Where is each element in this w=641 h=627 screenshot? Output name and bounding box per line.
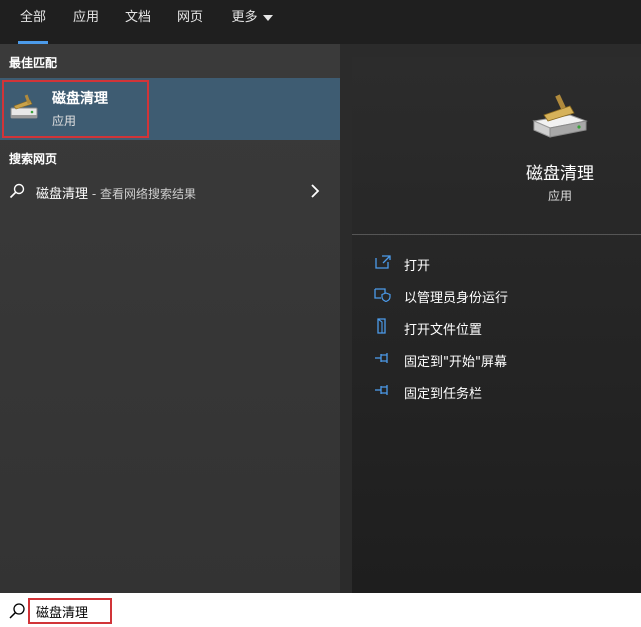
open-file-location-label: 打开文件位置	[404, 323, 483, 338]
tab-web[interactable]: 网页	[168, 0, 212, 44]
tab-apps[interactable]: 应用	[64, 0, 108, 44]
run-as-admin-label: 以管理员身份运行	[404, 291, 509, 306]
open-action-label: 打开	[404, 259, 431, 274]
tab-web-label: 网页	[176, 10, 203, 25]
pin-to-taskbar-label: 固定到任务栏	[404, 387, 483, 402]
open-icon	[375, 255, 391, 269]
search-icon	[9, 183, 25, 199]
search-bar	[0, 593, 641, 627]
detail-subtitle: 应用	[547, 189, 572, 203]
tab-more[interactable]: 更多	[222, 0, 282, 44]
tab-documents[interactable]: 文档	[116, 0, 160, 44]
run-as-admin-action[interactable]: 以管理员身份运行	[374, 284, 634, 306]
web-search-label: 磁盘清理 - 查看网络搜索结果	[36, 183, 196, 202]
search-filter-tabs: 全部 应用 文档 网页 更多	[0, 0, 641, 44]
disk-cleanup-icon	[532, 94, 588, 138]
best-match-subtitle: 应用	[52, 114, 77, 128]
detail-title: 磁盘清理	[526, 164, 594, 184]
tab-more-label: 更多	[231, 10, 258, 25]
results-pane: 最佳匹配 磁盘清理 应用 搜索网页 磁盘清理 - 查看网络搜索结果	[0, 44, 340, 593]
tab-documents-label: 文档	[124, 10, 151, 25]
open-file-location-action[interactable]: 打开文件位置	[374, 316, 634, 338]
pin-to-taskbar-action[interactable]: 固定到任务栏	[374, 380, 634, 402]
best-match-result[interactable]: 磁盘清理 应用	[0, 78, 340, 140]
pin-to-start-label: 固定到"开始"屏幕	[404, 355, 507, 370]
disk-cleanup-icon	[10, 94, 38, 119]
pin-icon	[375, 385, 388, 395]
web-search-result[interactable]: 磁盘清理 - 查看网络搜索结果	[0, 178, 340, 204]
search-web-heading: 搜索网页	[9, 152, 58, 166]
open-action[interactable]: 打开	[374, 252, 634, 274]
pin-to-start-action[interactable]: 固定到"开始"屏幕	[374, 348, 634, 370]
tab-apps-label: 应用	[72, 10, 99, 25]
pin-icon	[375, 353, 388, 363]
folder-icon	[377, 318, 386, 334]
search-icon	[9, 603, 25, 619]
chevron-down-icon	[262, 14, 273, 21]
web-search-query: 磁盘清理	[36, 187, 89, 202]
shield-icon	[374, 288, 391, 302]
web-search-suffix: - 查看网络搜索结果	[88, 187, 196, 201]
tab-all-label: 全部	[19, 10, 46, 25]
best-match-heading: 最佳匹配	[9, 56, 58, 70]
best-match-title: 磁盘清理	[52, 91, 108, 107]
search-input[interactable]	[28, 598, 112, 624]
detail-pane: 磁盘清理 应用 打开 以管理员身份运行 打开文件位置 固定到"开始"屏幕 固定到…	[352, 57, 641, 593]
divider	[352, 234, 641, 235]
chevron-right-icon[interactable]	[309, 183, 321, 199]
tab-all[interactable]: 全部	[10, 0, 56, 44]
